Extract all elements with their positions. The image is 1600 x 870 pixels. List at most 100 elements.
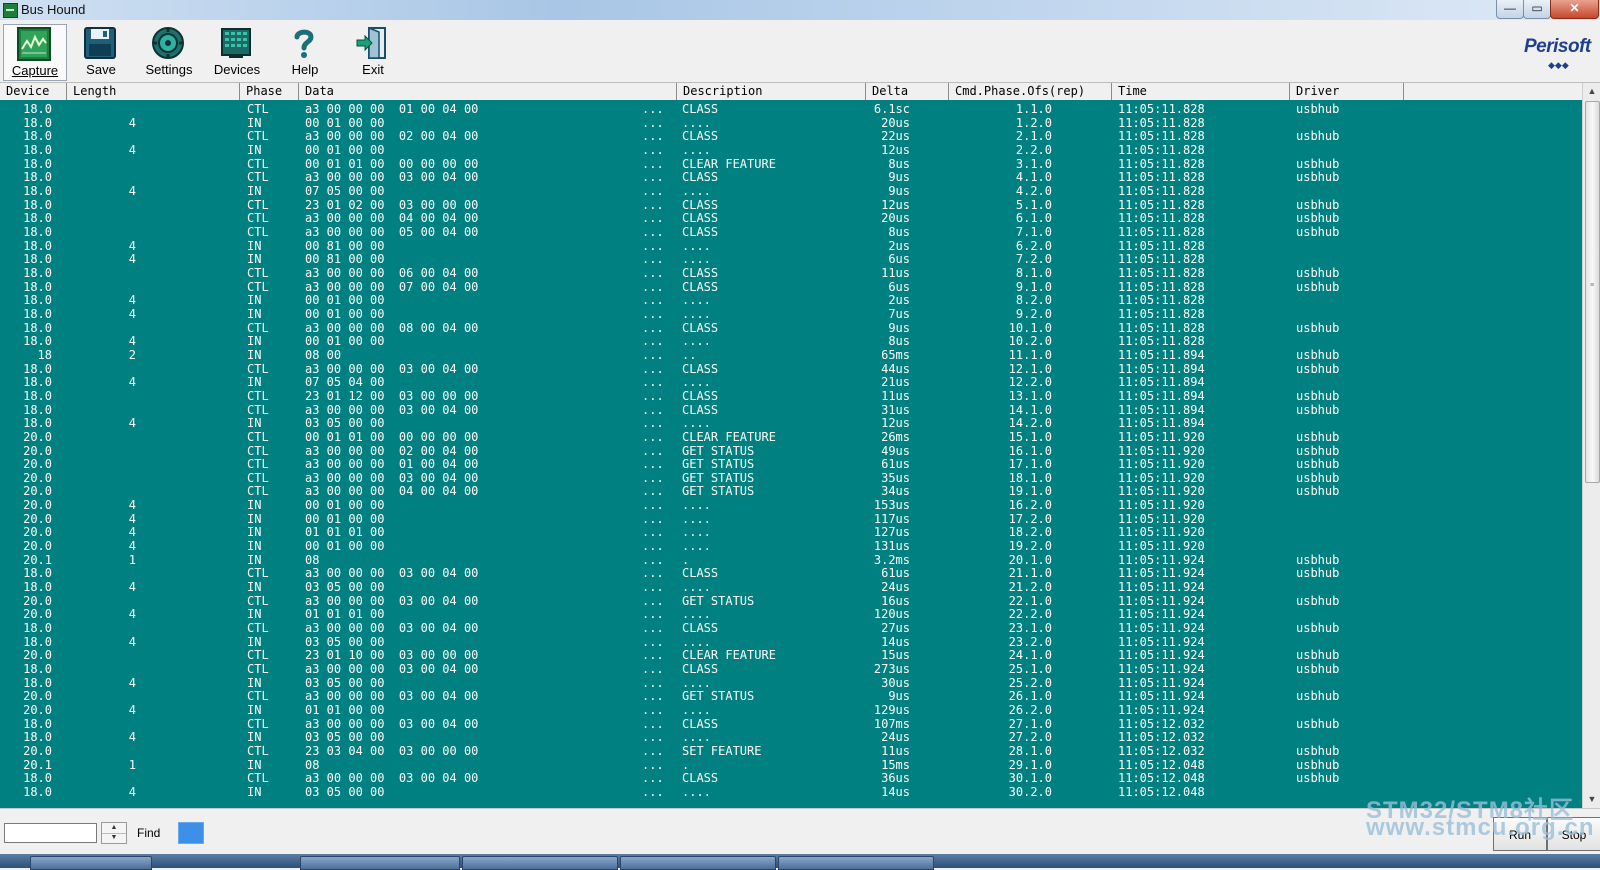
- cell-driver: usbhub: [1296, 102, 1340, 116]
- table-row[interactable]: 18.0 4 IN 00 01 00 00....... 2us 8.2.0 11:05:1…: [0, 293, 1582, 307]
- scroll-down-arrow-icon[interactable]: ▼: [1583, 791, 1600, 808]
- table-row[interactable]: 18.0 CTL a3 00 00 00 03 00 04 00... CLASS 61…: [0, 566, 1582, 580]
- table-row[interactable]: 18.0 CTL 00 01 01 00 00 00 00 00... CLEAR F…: [0, 157, 1582, 171]
- header-time[interactable]: Time: [1112, 83, 1290, 100]
- table-row[interactable]: 20.1 1 IN 08.... 15ms 29.1.0 11:05:12.048 usbhu…: [0, 758, 1582, 772]
- table-row[interactable]: 18.0 CTL a3 00 00 00 07 00 04 00... CLASS 6u…: [0, 280, 1582, 294]
- cell-phase: IN: [247, 634, 262, 649]
- header-device[interactable]: Device: [0, 83, 67, 100]
- table-row[interactable]: 20.0 4 IN 00 01 00 00....... 117us 17.2.0 11:0…: [0, 512, 1582, 526]
- table-row[interactable]: 18.0 4 IN 07 05 04 00....... 21us 12.2.0 11:05…: [0, 375, 1582, 389]
- cell-ellipsis: ...: [642, 211, 664, 226]
- table-row[interactable]: 18.0 CTL a3 00 00 00 04 00 04 00... CLASS 20…: [0, 211, 1582, 225]
- minimize-button[interactable]: —: [1496, 0, 1524, 19]
- scrollbar-thumb[interactable]: ≡: [1585, 101, 1600, 483]
- table-row[interactable]: 20.0 CTL a3 00 00 00 01 00 04 00... GET STA…: [0, 457, 1582, 471]
- cell-length: 4: [128, 539, 136, 554]
- table-row[interactable]: 18.0 4 IN 03 05 00 00....... 24us 27.2.0 11:05…: [0, 730, 1582, 744]
- table-row[interactable]: 18.0 4 IN 03 05 00 00....... 24us 21.2.0 11:05…: [0, 580, 1582, 594]
- table-row[interactable]: 18.0 4 IN 00 01 00 00....... 8us 10.2.0 11:05:…: [0, 334, 1582, 348]
- cell-length: [70, 157, 136, 171]
- find-label: Find: [137, 826, 161, 840]
- table-row[interactable]: 18.0 CTL a3 00 00 00 06 00 04 00... CLASS 11…: [0, 266, 1582, 280]
- table-row[interactable]: 18.0 CTL 23 01 02 00 03 00 00 00... CLASS 12…: [0, 198, 1582, 212]
- spin-down-icon[interactable]: ▼: [102, 833, 126, 843]
- table-row[interactable]: 18.0 4 IN 03 05 00 00....... 14us 23.2.0 11:05…: [0, 635, 1582, 649]
- save-button[interactable]: Save: [70, 24, 132, 79]
- table-row[interactable]: 20.0 CTL a3 00 00 00 04 00 04 00... GET STA…: [0, 484, 1582, 498]
- table-row[interactable]: 18.0 4 IN 03 05 00 00....... 30us 25.2.0 11:05…: [0, 676, 1582, 690]
- cell-ellipsis: ...: [642, 689, 664, 704]
- table-row[interactable]: 20.0 4 IN 00 01 00 00....... 153us 16.2.0 11:0…: [0, 498, 1582, 512]
- table-row[interactable]: 20.0 4 IN 00 01 00 00....... 131us 19.2.0 11:0…: [0, 539, 1582, 553]
- header-phase[interactable]: Phase: [240, 83, 299, 100]
- table-row[interactable]: 18.0 4 IN 07 05 00 00....... 9us 4.2.0 11:05:1…: [0, 184, 1582, 198]
- table-row[interactable]: 18.0 CTL a3 00 00 00 03 00 04 00... CLASS 10…: [0, 717, 1582, 731]
- settings-button[interactable]: Settings: [138, 24, 200, 79]
- table-row[interactable]: 18.0 CTL a3 00 00 00 03 00 04 00... CLASS 44…: [0, 362, 1582, 376]
- help-button[interactable]: Help: [274, 24, 336, 79]
- capture-button[interactable]: Capture: [3, 24, 67, 81]
- cell-data: 23 01 02 00 03 00 00 00: [305, 197, 479, 212]
- table-row[interactable]: 18.0 4 IN 03 05 00 00....... 14us 30.2.0 11:05…: [0, 785, 1582, 799]
- table-row[interactable]: 18.0 CTL a3 00 00 00 05 00 04 00... CLASS 8u…: [0, 225, 1582, 239]
- table-row[interactable]: 20.0 CTL a3 00 00 00 03 00 04 00... GET STA…: [0, 594, 1582, 608]
- header-driver[interactable]: Driver: [1290, 83, 1404, 100]
- table-row[interactable]: 20.0 CTL 23 01 10 00 03 00 00 00... CLEAR F…: [0, 648, 1582, 662]
- table-row[interactable]: 20.0 CTL a3 00 00 00 03 00 04 00... GET STA…: [0, 689, 1582, 703]
- cell-delta: 15us: [881, 648, 910, 663]
- cell-device: 18.0: [23, 416, 52, 431]
- table-row[interactable]: 18 2 IN 08 00..... 65ms 11.1.0 11:05:11.894 usb…: [0, 348, 1582, 362]
- table-row[interactable]: 18.0 CTL a3 00 00 00 03 00 04 00... CLASS 27…: [0, 621, 1582, 635]
- help-icon: [294, 29, 314, 58]
- find-spinner[interactable]: ▲ ▼: [101, 822, 127, 844]
- table-row[interactable]: 18.0 4 IN 00 81 00 00....... 2us 6.2.0 11:05:1…: [0, 239, 1582, 253]
- cell-description: ....: [682, 498, 711, 513]
- table-row[interactable]: 18.0 4 IN 00 01 00 00....... 7us 9.2.0 11:05:1…: [0, 307, 1582, 321]
- cell-time: 11:05:11.828: [1118, 142, 1205, 157]
- table-row[interactable]: 20.0 4 IN 01 01 00 00....... 129us 26.2.0 11:0…: [0, 703, 1582, 717]
- header-description[interactable]: Description: [677, 83, 866, 100]
- cell-description: GET STATUS: [682, 593, 755, 608]
- header-data[interactable]: Data: [299, 83, 677, 100]
- vertical-scrollbar[interactable]: ▲ ≡ ▼: [1582, 83, 1600, 808]
- devices-button[interactable]: Devices: [206, 24, 268, 79]
- header-delta[interactable]: Delta: [866, 83, 949, 100]
- table-row[interactable]: 18.0 CTL a3 00 00 00 03 00 04 00... CLASS 31…: [0, 403, 1582, 417]
- table-row[interactable]: 18.0 CTL a3 00 00 00 08 00 04 00... CLASS 9u…: [0, 321, 1582, 335]
- table-row[interactable]: 20.0 CTL a3 00 00 00 03 00 04 00... GET STA…: [0, 471, 1582, 485]
- table-row[interactable]: 20.0 4 IN 01 01 01 00....... 127us 18.2.0 11:0…: [0, 525, 1582, 539]
- cell-cmd-phase: 30.2.0: [1008, 785, 1052, 799]
- cell-delta: 6.1sc: [873, 102, 910, 116]
- maximize-button[interactable]: ▭: [1523, 0, 1551, 19]
- table-row[interactable]: 20.1 1 IN 08.... 3.2ms 20.1.0 11:05:11.924 usbh…: [0, 553, 1582, 567]
- table-row[interactable]: 18.0 CTL 23 01 12 00 03 00 00 00... CLASS 11…: [0, 389, 1582, 403]
- cell-phase: IN: [247, 552, 262, 567]
- cell-cmd-phase: 14.2.0: [1008, 416, 1052, 431]
- cell-delta: 11us: [881, 744, 910, 759]
- cell-delta: 9us: [888, 183, 910, 198]
- header-cmd-phase[interactable]: Cmd.Phase.Ofs(rep): [949, 83, 1112, 100]
- cell-cmd-phase: 23.2.0: [1008, 634, 1052, 649]
- capture-grid[interactable]: 18.0 CTL a3 00 00 00 01 00 04 00... CLASS 6.…: [0, 100, 1582, 808]
- table-row[interactable]: 18.0 4 IN 00 81 00 00....... 6us 7.2.0 11:05:1…: [0, 252, 1582, 266]
- cell-cmd-phase: 24.1.0: [1008, 648, 1052, 663]
- table-row[interactable]: 20.0 CTL 00 01 01 00 00 00 00 00... CLEAR F…: [0, 430, 1582, 444]
- find-input[interactable]: [4, 823, 97, 843]
- table-row[interactable]: 20.0 CTL a3 00 00 00 02 00 04 00... GET STA…: [0, 444, 1582, 458]
- table-row[interactable]: 18.0 CTL a3 00 00 00 01 00 04 00... CLASS 6.…: [0, 102, 1582, 116]
- table-row[interactable]: 18.0 4 IN 00 01 00 00....... 12us 2.2.0 11:05:…: [0, 143, 1582, 157]
- table-row[interactable]: 18.0 CTL a3 00 00 00 03 00 04 00... CLASS 36…: [0, 771, 1582, 785]
- table-row[interactable]: 18.0 4 IN 03 05 00 00....... 12us 14.2.0 11:05…: [0, 416, 1582, 430]
- close-button[interactable]: ✕: [1550, 0, 1599, 19]
- table-row[interactable]: 18.0 CTL a3 00 00 00 03 00 04 00... CLASS 9u…: [0, 170, 1582, 184]
- table-row[interactable]: 20.0 CTL 23 03 04 00 03 00 00 00... SET FEA…: [0, 744, 1582, 758]
- exit-button[interactable]: Exit: [342, 24, 404, 79]
- cell-driver: usbhub: [1296, 443, 1340, 458]
- table-row[interactable]: 18.0 4 IN 00 01 00 00....... 20us 1.2.0 11:05:…: [0, 116, 1582, 130]
- header-length[interactable]: Length: [67, 83, 240, 100]
- table-row[interactable]: 18.0 CTL a3 00 00 00 03 00 04 00... CLASS 27…: [0, 662, 1582, 676]
- table-row[interactable]: 18.0 CTL a3 00 00 00 02 00 04 00... CLASS 22…: [0, 129, 1582, 143]
- table-row[interactable]: 20.0 4 IN 01 01 01 00....... 120us 22.2.0 11:0…: [0, 607, 1582, 621]
- scroll-up-arrow-icon[interactable]: ▲: [1583, 83, 1600, 100]
